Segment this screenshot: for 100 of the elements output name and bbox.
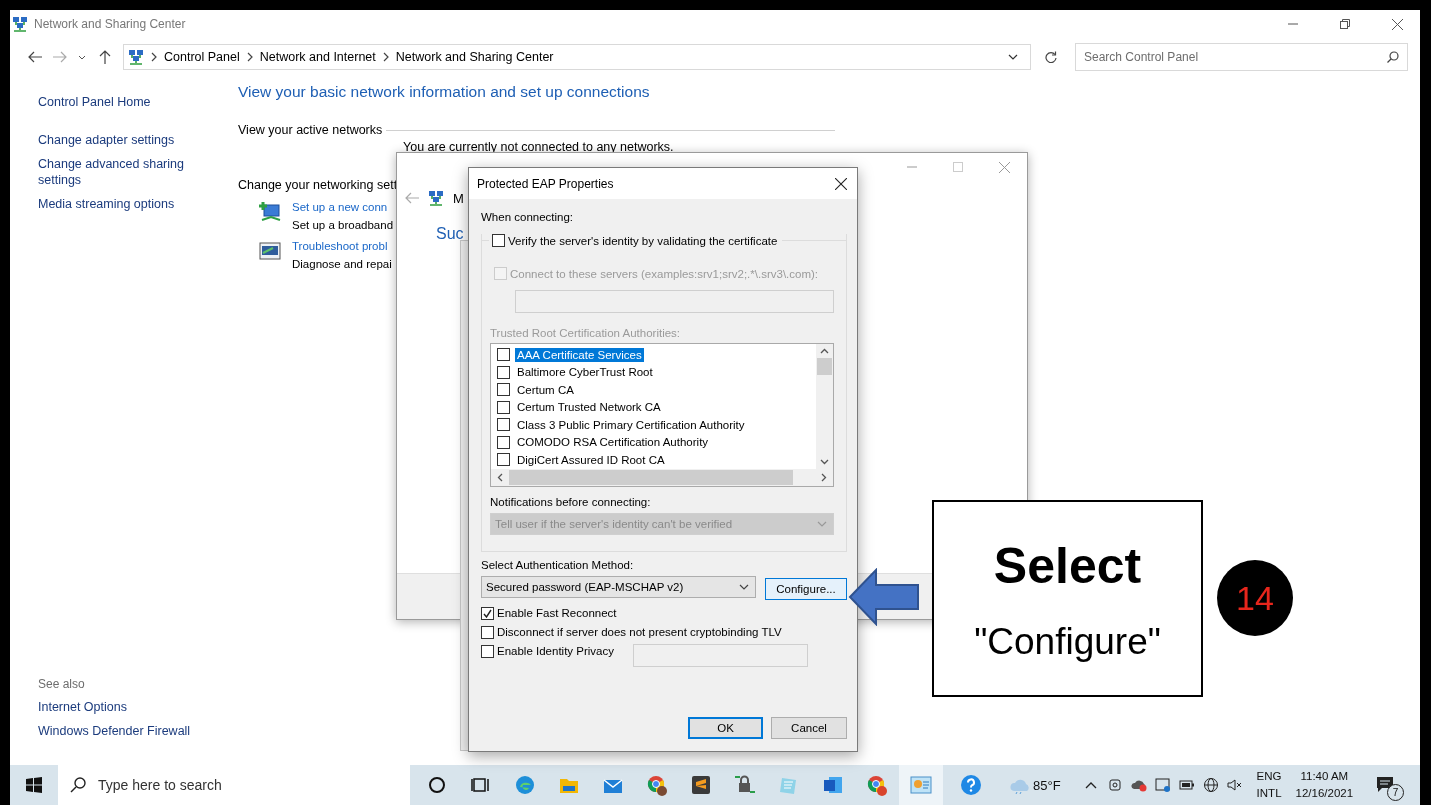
task-description: Diagnose and repai [292, 258, 392, 270]
page-heading: View your basic network information and set up connections [238, 83, 650, 101]
configure-button[interactable]: Configure... [765, 578, 847, 600]
checkbox[interactable] [497, 365, 510, 379]
check-icon [483, 608, 492, 618]
callout-title: Select [993, 537, 1142, 596]
muted-speaker-icon[interactable] [1226, 778, 1243, 792]
refresh-icon[interactable] [1045, 51, 1057, 63]
caret-icon[interactable] [78, 54, 86, 60]
up-caret-icon[interactable] [820, 348, 829, 354]
checkbox[interactable] [497, 435, 510, 449]
scrollbar-thumb[interactable] [817, 358, 832, 375]
cancel-button[interactable]: Cancel [771, 717, 847, 739]
taskbar-search-field[interactable]: Type here to search [58, 765, 410, 805]
callout-subtitle: "Configure" [974, 620, 1161, 664]
lock-icon[interactable] [734, 774, 756, 796]
sidebar-link[interactable]: Control Panel Home [38, 94, 151, 110]
address-bar[interactable]: Control Panel Network and Internet Network and Sharing Center [123, 44, 1031, 70]
checkbox-label: Disconnect if server does not present cryptobinding TLV [497, 626, 782, 638]
battery-icon[interactable] [1178, 780, 1195, 790]
task-link[interactable]: Troubleshoot probl [292, 240, 392, 252]
network-icon [428, 190, 444, 206]
checkbox[interactable] [497, 418, 510, 432]
window-title: Network and Sharing Center [34, 17, 187, 31]
restore-icon[interactable] [1340, 19, 1350, 29]
browser-icon[interactable] [514, 774, 536, 796]
back-arrow-icon[interactable] [27, 51, 42, 63]
network-setup-icon [258, 201, 282, 223]
checkbox-label: Verify the server's identity by validating the certificate [508, 234, 778, 247]
list-item[interactable]: Class 3 Public Primary Certification Authority [515, 417, 747, 432]
chevron-up-icon[interactable] [1084, 781, 1097, 789]
display-icon[interactable] [1154, 778, 1171, 792]
cloud-error-icon[interactable] [1130, 778, 1147, 792]
scrollbar[interactable] [491, 469, 833, 486]
see-also-title: See also [38, 677, 85, 691]
down-caret-icon[interactable] [820, 459, 829, 465]
sidebar-link[interactable]: Change adapter settings [38, 132, 175, 148]
notification-count: 7 [1387, 784, 1405, 801]
help-icon[interactable] [960, 774, 982, 796]
right-caret-icon[interactable] [821, 473, 827, 482]
chevron-icon [245, 51, 254, 63]
search-field[interactable]: Search Control Panel [1075, 43, 1408, 71]
browser-icon[interactable] [866, 774, 888, 796]
servers-field[interactable] [515, 290, 834, 313]
camera-icon[interactable] [1107, 777, 1122, 793]
list-item[interactable]: AAA Certificate Services [515, 347, 644, 362]
clock-date[interactable]: 12/16/2021 [1295, 785, 1354, 802]
dropdown-icon [739, 584, 749, 590]
close-icon[interactable] [835, 177, 847, 190]
checkbox-label: Enable Identity Privacy [497, 645, 614, 657]
sidebar-link[interactable]: Change advanced sharing settings [38, 156, 193, 188]
identity-field[interactable] [633, 643, 808, 667]
checkbox[interactable] [497, 383, 510, 397]
breadcrumb[interactable]: Network and Internet [259, 50, 376, 64]
checkbox-label: Connect to these servers (examples:srv1;srv2;.*\.srv3\.com): [510, 267, 819, 280]
checkbox[interactable] [481, 625, 494, 639]
start-icon[interactable] [26, 777, 42, 793]
section-label: Select Authentication Method: [481, 559, 635, 571]
close-icon[interactable] [1391, 18, 1403, 30]
browser-icon[interactable] [646, 774, 668, 796]
cortana-icon[interactable] [426, 774, 448, 796]
weather-temperature[interactable]: 85°F [1033, 777, 1061, 793]
breadcrumb[interactable]: Network and Sharing Center [395, 50, 554, 64]
chevron-icon [150, 51, 158, 63]
troubleshoot-icon [258, 240, 282, 262]
sidebar-link[interactable]: Media streaming options [38, 196, 175, 212]
network-icon [128, 49, 144, 65]
section-label: Trusted Root Certification Authorities: [490, 327, 682, 339]
left-caret-icon[interactable] [497, 473, 503, 482]
checkbox[interactable] [481, 644, 494, 658]
section-label: When connecting: [481, 211, 575, 223]
task-link[interactable]: Set up a new conn [292, 201, 394, 213]
list-item[interactable]: Baltimore CyberTrust Root [515, 365, 655, 380]
list-item[interactable]: COMODO RSA Certification Authority [515, 435, 711, 450]
list-item[interactable]: Certum Trusted Network CA [515, 400, 663, 415]
network-icon [12, 16, 28, 32]
ok-button[interactable]: OK [688, 717, 763, 739]
checkbox[interactable] [497, 400, 510, 414]
list-item[interactable]: Certum CA [515, 382, 576, 397]
dropdown-icon[interactable] [1008, 54, 1018, 60]
checkbox[interactable] [497, 453, 510, 467]
task-description: Set up a broadband [292, 219, 394, 231]
up-arrow-icon[interactable] [98, 50, 111, 64]
keyboard-layout[interactable]: INTL [1256, 785, 1282, 802]
globe-icon[interactable] [1202, 777, 1219, 793]
language-indicator[interactable]: ENG [1256, 768, 1282, 785]
checkbox[interactable] [492, 234, 505, 247]
auth-method-dropdown[interactable]: Secured password (EAP-MSCHAP v2) [481, 576, 756, 598]
clock-time[interactable]: 11:40 AM [1300, 768, 1349, 785]
checkbox[interactable] [497, 348, 510, 362]
list-item[interactable]: DigiCert Assured ID Root CA [515, 452, 667, 467]
section-label: Change your networking sett [238, 178, 398, 192]
dropdown-icon [817, 521, 827, 527]
sidebar-link[interactable]: Internet Options [38, 699, 127, 715]
scrollbar[interactable] [816, 344, 833, 469]
checkbox[interactable] [481, 606, 494, 620]
search-icon [70, 777, 86, 793]
breadcrumb[interactable]: Control Panel [164, 50, 240, 64]
checkbox-label: Enable Fast Reconnect [497, 607, 617, 619]
sidebar-link[interactable]: Windows Defender Firewall [38, 723, 191, 739]
